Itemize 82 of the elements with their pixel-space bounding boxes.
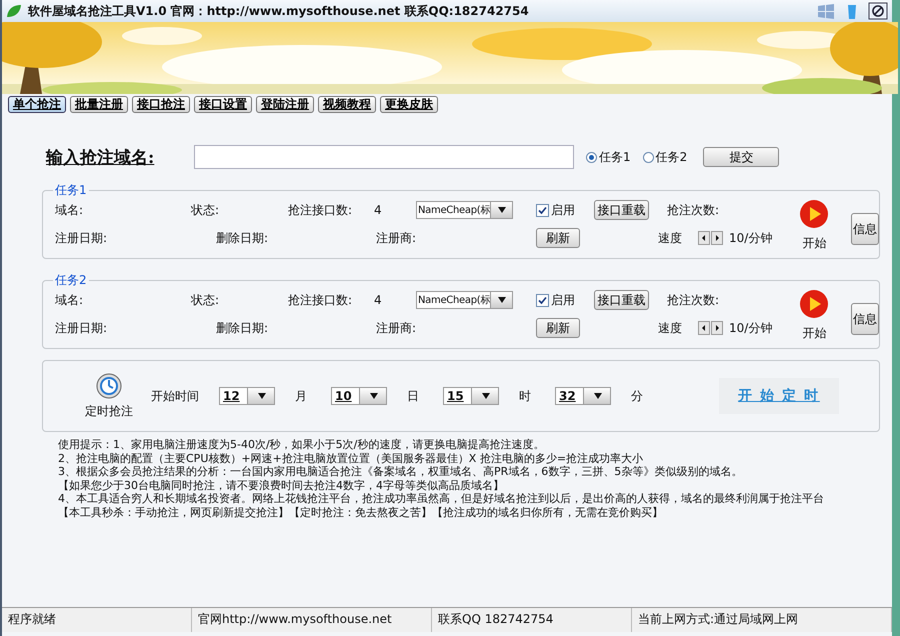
timer-label: 定时抢注 xyxy=(85,402,133,420)
start-time-label: 开始时间 xyxy=(151,388,199,404)
tip-line: 3、根据众多会员抢注结果的分析：一台国内家用电脑适合抢注《备案域名，权重域名、高PR域名，6数字，三拼、5杂等》类似级别的域名。 xyxy=(58,465,744,478)
speed-value: 10/分钟 xyxy=(729,230,774,246)
play-icon[interactable] xyxy=(799,289,830,319)
tab[interactable]: 接口设置 xyxy=(194,96,252,113)
unit-label: 分 xyxy=(631,388,643,404)
field-label: 速度 xyxy=(658,230,683,246)
checkbox-label: 启用 xyxy=(551,292,575,308)
tip-line: 使用提示：1、家用电脑注册速度为5-40次/秒，如果小于5次/秒的速度，请更换电脑提高抢注速度。 xyxy=(58,438,546,452)
checkbox[interactable] xyxy=(536,294,549,306)
task-title: 任务1 xyxy=(53,183,89,197)
port-count: 4 xyxy=(374,203,383,217)
time-dropdown[interactable]: 10 xyxy=(331,387,387,405)
unit-label: 时 xyxy=(519,388,531,404)
play-icon[interactable] xyxy=(799,199,830,229)
reload-button[interactable]: 接口重载 xyxy=(594,200,649,220)
caret-icon xyxy=(498,297,506,303)
time-dropdown[interactable]: 12 xyxy=(219,387,275,405)
provider-dropdown[interactable]: NameCheap(标 xyxy=(416,201,513,219)
field-label: 状态: xyxy=(191,292,220,308)
unit-label: 月 xyxy=(295,388,307,404)
field-label: 注册日期: xyxy=(55,230,108,246)
tab[interactable]: 登陆注册 xyxy=(256,96,314,113)
leaf-icon xyxy=(6,4,22,18)
field-label: 域名: xyxy=(55,292,84,308)
tip-line: 【如果您少于30台电脑同时抢注，请不要浪费时间去抢注4数字，4字母等类似高品质域名】 xyxy=(58,478,505,492)
tip-line: 【本工具秒杀：手动抢注，网页刷新提交抢注】【定时抢注：免去熬夜之苦】【抢注成功的域名归你所有，无需在竞价购买】 xyxy=(58,506,664,519)
field-label: 抢注次数: xyxy=(667,292,720,308)
refresh-button[interactable]: 刷新 xyxy=(536,318,580,338)
field-label: 注册商: xyxy=(376,320,418,336)
tip-line: 2、抢注电脑的配置（主要CPU核数）+网速+抢注电脑放置位置（美国服务器最佳）X 抢注电脑的多少=抢注成功率大小 xyxy=(58,452,644,465)
close-button[interactable] xyxy=(868,2,888,20)
radio-label: 任务1 xyxy=(599,148,631,166)
task-title: 任务2 xyxy=(53,273,89,287)
tab[interactable]: 更换皮肤 xyxy=(380,96,438,113)
provider-dropdown[interactable]: NameCheap(标 xyxy=(416,291,513,309)
radio-button[interactable] xyxy=(642,152,654,162)
caret-icon xyxy=(258,393,266,399)
tab[interactable]: 批量注册 xyxy=(70,96,128,113)
field-label: 速度 xyxy=(658,320,683,336)
refresh-button[interactable]: 刷新 xyxy=(536,228,580,248)
reload-button[interactable]: 接口重载 xyxy=(594,290,649,310)
window-title: 软件屋域名抢注工具V1.0 官网：http://www.mysofthouse.net 联系QQ:182742754 xyxy=(28,2,530,20)
info-button[interactable]: 信息 xyxy=(851,213,879,245)
tab[interactable]: 接口抢注 xyxy=(132,96,190,113)
tab[interactable]: 视频教程 xyxy=(318,96,376,113)
submit-button[interactable]: 提交 xyxy=(703,147,780,167)
checkbox-label: 启用 xyxy=(551,202,575,218)
status-text: 官网http://www.mysofthouse.net xyxy=(192,608,432,632)
caret-icon xyxy=(498,207,506,213)
unit-label: 日 xyxy=(407,388,419,404)
radio-button[interactable] xyxy=(586,152,597,162)
field-label: 注册商: xyxy=(376,230,418,246)
tip-line: 4、本工具适合穷人和长期域名投资者。网络上花钱抢注平台，抢注成功率虽然高，但是好域名抢注到以后，是出价高的人获得，域名的最终利润属于抢注平台 xyxy=(58,492,825,506)
field-label: 注册日期: xyxy=(55,320,108,336)
caret-icon xyxy=(594,393,602,399)
time-dropdown[interactable]: 15 xyxy=(443,387,499,405)
field-label: 删除日期: xyxy=(216,230,270,246)
speed-value: 10/分钟 xyxy=(729,320,774,336)
start-label: 开始 xyxy=(802,325,826,342)
field-label: 域名: xyxy=(55,202,84,218)
status-text: 程序就绪 xyxy=(2,608,192,632)
radio-label: 任务2 xyxy=(656,148,688,166)
clock-icon[interactable] xyxy=(96,372,122,398)
status-text: 联系QQ 182742754 xyxy=(432,608,632,632)
field-label: 抢注接口数: xyxy=(288,292,354,308)
caret-icon xyxy=(370,393,378,399)
domain-label: 输入抢注域名: xyxy=(46,146,156,168)
field-label: 删除日期: xyxy=(216,320,270,336)
time-dropdown[interactable]: 32 xyxy=(555,387,611,405)
checkbox[interactable] xyxy=(536,204,549,216)
domain-input-field[interactable] xyxy=(194,145,574,169)
tab[interactable]: 单个抢注 xyxy=(8,96,66,113)
field-label: 状态: xyxy=(191,202,220,218)
info-button[interactable]: 信息 xyxy=(851,303,879,335)
caret-icon xyxy=(482,393,490,399)
status-text: 当前上网方式:通过局域网上网 xyxy=(632,608,892,632)
field-label: 抢注接口数: xyxy=(288,202,354,218)
field-label: 抢注次数: xyxy=(667,202,720,218)
start-label: 开始 xyxy=(802,235,826,252)
port-count: 4 xyxy=(374,293,383,307)
